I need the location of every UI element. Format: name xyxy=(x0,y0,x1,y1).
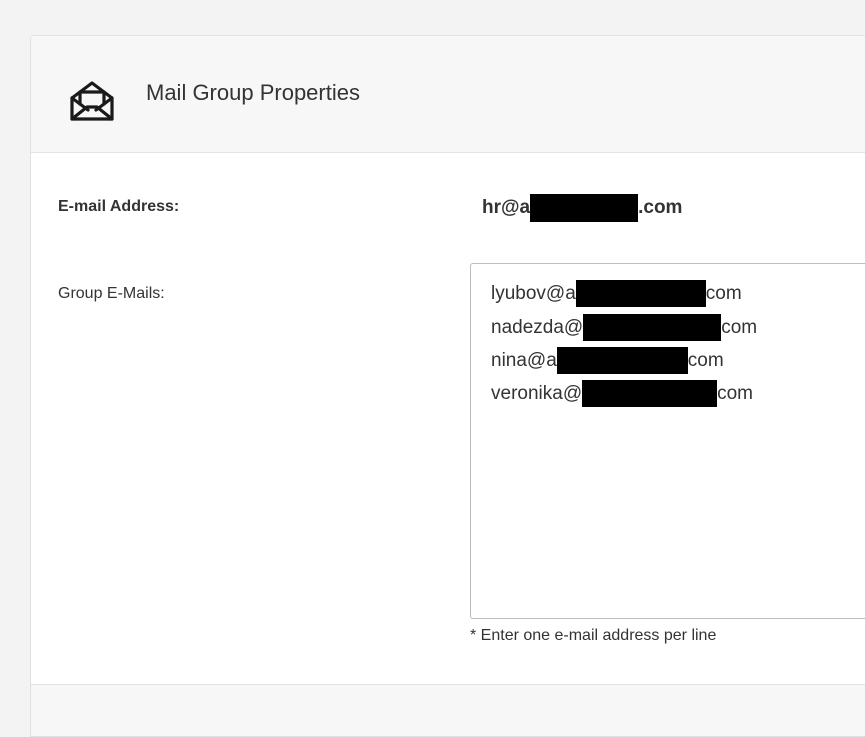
panel-footer xyxy=(31,685,865,736)
group-email-prefix: nina@a xyxy=(491,349,557,371)
group-email-line: veronika@ com xyxy=(491,380,753,407)
redaction-box xyxy=(556,347,688,374)
redaction-box xyxy=(582,380,718,407)
redaction-box xyxy=(583,314,722,341)
group-email-suffix: com xyxy=(717,382,754,404)
group-email-line: lyubov@a com xyxy=(491,280,742,307)
email-address-prefix: hr@a xyxy=(482,197,531,218)
group-email-line: nadezda@ com xyxy=(491,314,757,341)
email-address-label: E-mail Address: xyxy=(58,198,180,215)
email-address-value: hr@a .com xyxy=(482,194,682,222)
group-email-suffix: com xyxy=(687,349,724,371)
group-email-line: nina@a com xyxy=(491,347,724,374)
redaction-box xyxy=(575,280,706,307)
group-email-suffix: com xyxy=(721,316,758,338)
mail-group-panel: Mail Group Properties E-mail Address: hr… xyxy=(30,35,865,737)
panel-header: Mail Group Properties xyxy=(31,36,865,153)
page-title: Mail Group Properties xyxy=(146,80,360,105)
group-email-prefix: nadezda@ xyxy=(491,316,584,338)
email-address-suffix: .com xyxy=(638,197,683,218)
group-emails-hint: * Enter one e-mail address per line xyxy=(470,627,717,644)
redaction-box xyxy=(530,194,639,222)
group-email-suffix: com xyxy=(705,282,742,304)
group-emails-textarea[interactable]: lyubov@a com nadezda@ com nina@a com ver… xyxy=(470,263,865,619)
group-email-prefix: veronika@ xyxy=(491,382,583,404)
envelope-open-icon xyxy=(70,81,114,121)
group-email-prefix: lyubov@a xyxy=(491,282,576,304)
group-emails-label: Group E-Mails: xyxy=(58,285,165,302)
